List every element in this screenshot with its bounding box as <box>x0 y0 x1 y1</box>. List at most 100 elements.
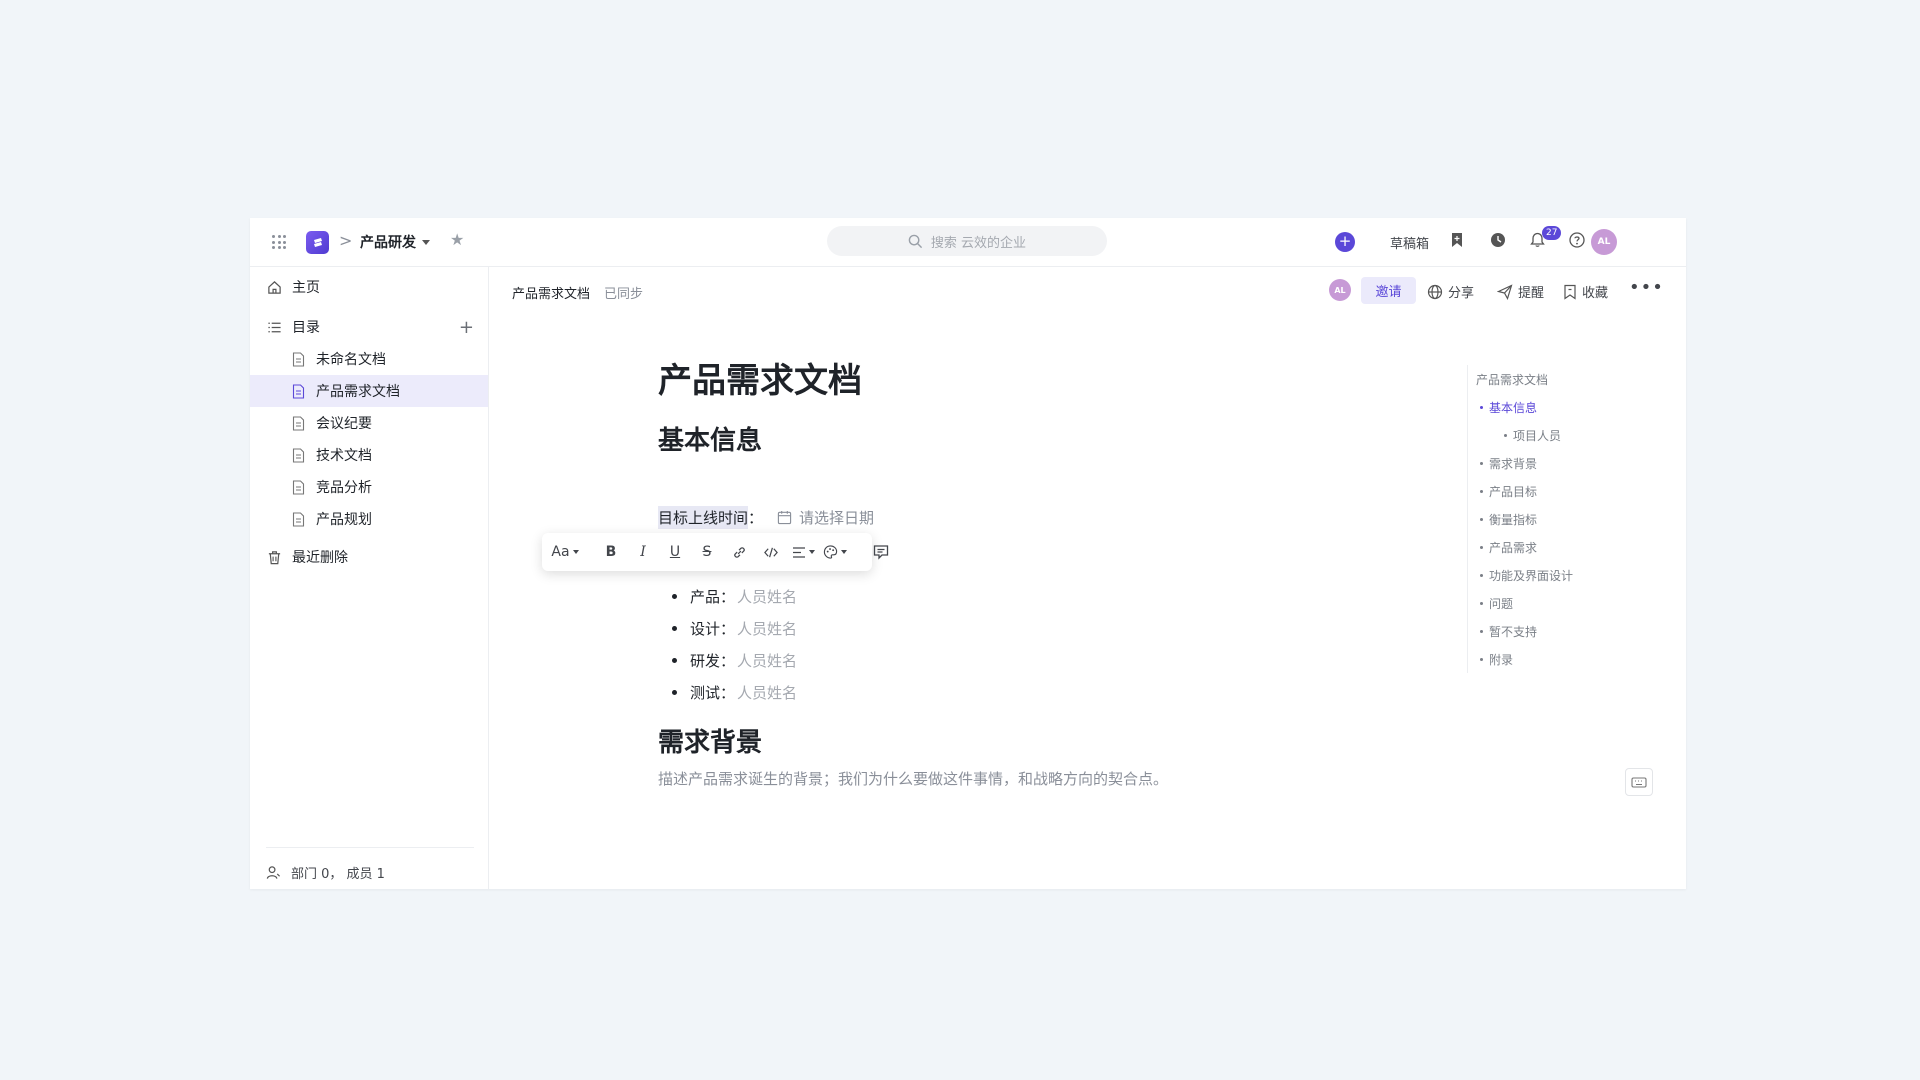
section-heading-background[interactable]: 需求背景 <box>658 722 762 759</box>
member-summary[interactable]: 部门 0， 成员 1 <box>250 863 488 882</box>
outline-item[interactable]: 产品需求 <box>1468 533 1648 561</box>
home-icon <box>266 279 282 295</box>
chevron-down-icon <box>572 550 579 554</box>
share-label: 分享 <box>1448 286 1475 301</box>
outline-item-label: 衡量指标 <box>1489 512 1538 527</box>
outline-item[interactable]: 问题 <box>1468 589 1648 617</box>
sidebar-divider <box>266 847 474 848</box>
role-label: 研发 <box>690 651 721 670</box>
search-placeholder: 搜索 云效的企业 <box>930 235 1027 251</box>
document-icon <box>290 479 306 495</box>
bullet <box>1480 601 1483 605</box>
drafts-button[interactable]: 草稿箱 <box>1390 233 1429 252</box>
sidebar-doc-label: 产品规划 <box>316 512 372 528</box>
create-button[interactable]: + <box>1335 232 1355 252</box>
bullet <box>1480 657 1483 661</box>
list-item[interactable]: 测试： 人员姓名 <box>658 676 797 708</box>
star-icon[interactable]: ★ <box>450 230 464 249</box>
sidebar-item-label: 最近删除 <box>292 550 348 566</box>
favorite-label: 收藏 <box>1582 286 1609 301</box>
remind-button[interactable]: 提醒 <box>1497 282 1544 301</box>
collaborator-avatar[interactable]: AL <box>1329 279 1351 301</box>
font-style-label: Aa <box>551 544 570 560</box>
outline-item[interactable]: 产品目标 <box>1468 477 1648 505</box>
bullet <box>672 625 677 631</box>
outline-item-label: 附录 <box>1489 652 1514 667</box>
invite-button[interactable]: 邀请 <box>1361 277 1416 304</box>
outline-item[interactable]: 衡量指标 <box>1468 505 1648 533</box>
strikethrough-button[interactable]: S <box>692 538 722 566</box>
selected-text[interactable]: 目标上线时间 <box>658 506 749 529</box>
outline-title[interactable]: 产品需求文档 <box>1468 365 1648 393</box>
document-icon <box>290 351 306 367</box>
underline-button[interactable]: U <box>660 538 690 566</box>
field-colon: ： <box>748 509 764 527</box>
help-icon[interactable] <box>1569 232 1585 252</box>
font-style-button[interactable]: Aa <box>550 538 580 566</box>
bold-button[interactable]: B <box>596 538 626 566</box>
outline-item-label: 项目人员 <box>1513 428 1562 443</box>
outline-item-label: 暂不支持 <box>1489 624 1538 639</box>
link-icon[interactable] <box>724 538 754 566</box>
bullet <box>1480 517 1483 521</box>
list-item[interactable]: 产品： 人员姓名 <box>658 580 797 612</box>
list-item[interactable]: 研发： 人员姓名 <box>658 644 797 676</box>
bullet <box>672 657 677 663</box>
date-picker[interactable]: 请选择日期 <box>777 507 874 528</box>
outline-item-active[interactable]: 基本信息 <box>1468 393 1648 421</box>
outline-item-label: 问题 <box>1489 596 1514 611</box>
color-button[interactable] <box>820 538 850 566</box>
search-icon <box>908 234 923 248</box>
sidebar-item-home[interactable]: 主页 <box>250 271 488 303</box>
search-input[interactable]: 搜索 云效的企业 <box>827 226 1107 256</box>
share-button[interactable]: 分享 <box>1427 282 1474 301</box>
document-icon <box>290 415 306 431</box>
calendar-icon <box>777 510 792 525</box>
apps-grid-icon[interactable] <box>272 235 286 249</box>
project-switcher[interactable]: 产品研发 <box>360 232 430 252</box>
top-bar: > 产品研发 ★ 搜索 云效的企业 + 草稿箱 27 AL <box>250 218 1686 267</box>
comment-icon[interactable] <box>866 538 896 566</box>
more-options-icon[interactable]: ••• <box>1629 277 1664 298</box>
align-button[interactable] <box>788 538 818 566</box>
section-description[interactable]: 描述产品需求诞生的背景；我们为什么要做这件事情，和战略方向的契合点。 <box>658 768 1168 789</box>
sidebar-doc-item[interactable]: 未命名文档 <box>250 343 488 375</box>
keyboard-icon[interactable] <box>1625 768 1653 796</box>
doc-breadcrumb-title: 产品需求文档 <box>512 287 591 302</box>
role-colon: ： <box>720 619 736 638</box>
bookmark-icon[interactable] <box>1450 232 1464 252</box>
document-icon <box>290 447 306 463</box>
doc-title[interactable]: 产品需求文档 <box>658 353 862 402</box>
section-heading-basic-info[interactable]: 基本信息 <box>658 420 762 457</box>
send-icon <box>1497 283 1513 300</box>
breadcrumb-separator: > <box>339 231 353 250</box>
sidebar-doc-label: 未命名文档 <box>316 352 386 368</box>
outline-item-label: 产品目标 <box>1489 484 1538 499</box>
sidebar-item-trash[interactable]: 最近删除 <box>250 541 488 573</box>
outline-item-label: 需求背景 <box>1489 456 1538 471</box>
sidebar-item-toc[interactable]: 目录 + <box>250 311 488 343</box>
sidebar-doc-item[interactable]: 竞品分析 <box>250 471 488 503</box>
app-logo-icon[interactable] <box>306 231 329 254</box>
clock-icon[interactable] <box>1490 232 1506 252</box>
sidebar: 主页 目录 + 未命名文档 产品需求文档 会议纪要 技术文档 竞品分析 产品规划… <box>250 267 489 889</box>
favorite-button[interactable]: 收藏 <box>1563 282 1608 301</box>
user-avatar[interactable]: AL <box>1591 229 1617 255</box>
outline-item[interactable]: 暂不支持 <box>1468 617 1648 645</box>
sidebar-doc-item[interactable]: 技术文档 <box>250 439 488 471</box>
code-icon[interactable] <box>756 538 786 566</box>
sidebar-doc-item[interactable]: 产品规划 <box>250 503 488 535</box>
italic-button[interactable]: I <box>628 538 658 566</box>
outline-item[interactable]: 功能及界面设计 <box>1468 561 1648 589</box>
bullet <box>1504 433 1507 437</box>
sidebar-doc-label: 会议纪要 <box>316 416 372 432</box>
sidebar-doc-item-active[interactable]: 产品需求文档 <box>250 375 488 407</box>
outline-item[interactable]: 附录 <box>1468 645 1648 673</box>
outline-item[interactable]: 需求背景 <box>1468 449 1648 477</box>
list-item[interactable]: 设计： 人员姓名 <box>658 612 797 644</box>
sidebar-doc-item[interactable]: 会议纪要 <box>250 407 488 439</box>
add-doc-button[interactable]: + <box>459 317 474 338</box>
bullet <box>1480 629 1483 633</box>
outline-item[interactable]: 项目人员 <box>1468 421 1648 449</box>
role-colon: ： <box>720 587 736 606</box>
